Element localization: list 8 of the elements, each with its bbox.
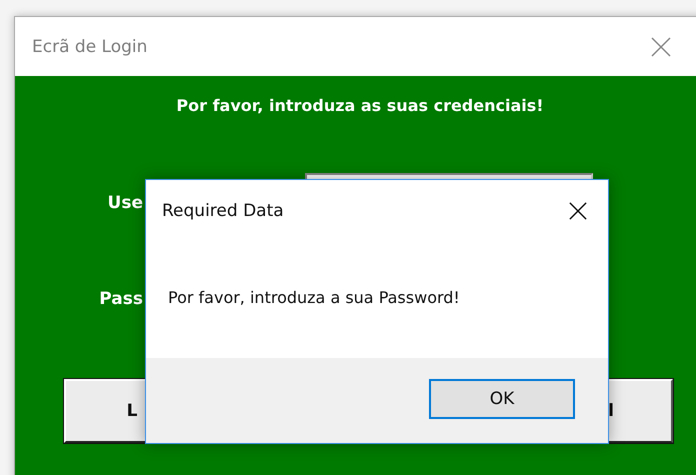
dialog-title: Required Data	[162, 201, 285, 221]
form-heading: Por favor, introduza as suas credenciais!	[175, 95, 545, 117]
window-title: Ecrã de Login	[32, 36, 148, 56]
field-label: Pass	[98, 288, 143, 311]
close-icon[interactable]	[569, 202, 587, 220]
dialog-message: Por favor, introduza a sua Password!	[167, 287, 461, 309]
field-label: Use	[106, 192, 143, 215]
ok-button[interactable]: OK	[429, 379, 575, 419]
